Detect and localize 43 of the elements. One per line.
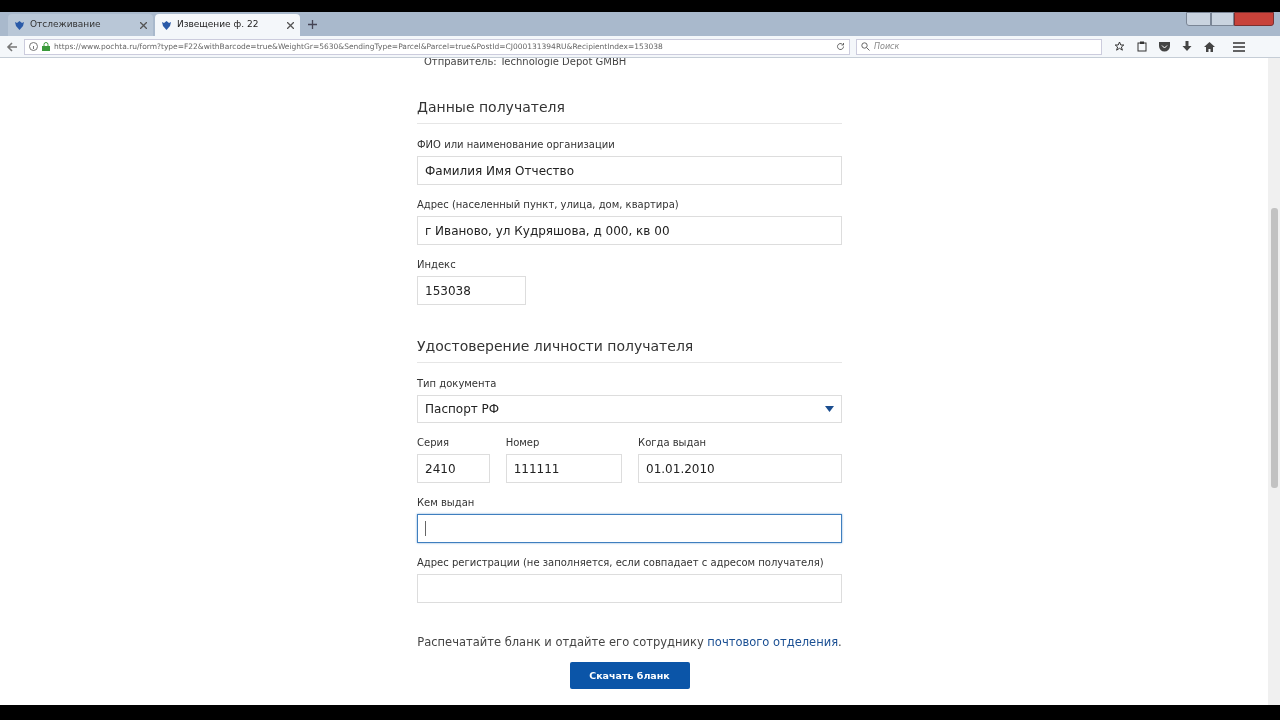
field-label: Кем выдан [417, 497, 476, 509]
eagle-icon [14, 19, 25, 31]
reload-icon[interactable] [836, 42, 845, 51]
document-type-dropdown[interactable]: Паспорт РФ [417, 395, 842, 423]
menu-icon[interactable] [1233, 41, 1245, 52]
lock-icon [42, 42, 50, 51]
field-label: Индекс [417, 259, 457, 271]
close-icon[interactable] [140, 21, 147, 29]
search-icon [861, 42, 870, 51]
field-label: Серия [417, 437, 450, 449]
input-field[interactable]: 01.01.2010 [638, 454, 842, 483]
sender-text: Отправитель: Technologie Depot GMBH [424, 58, 628, 68]
caret-icon [825, 406, 834, 412]
eagle-icon [161, 19, 172, 31]
browser-tab[interactable]: Отслеживание [8, 14, 153, 36]
pocket-icon[interactable] [1159, 41, 1170, 52]
download-button[interactable]: Скачать бланк [569, 662, 690, 690]
input-field[interactable]: 111111 [505, 454, 623, 483]
star-icon[interactable] [1114, 41, 1125, 52]
field-label: Адрес регистрации (не заполняется, если совпадает с адресом получателя) [417, 557, 825, 569]
search-field[interactable]: Поиск [856, 38, 1102, 55]
field-label: ФИО или наименование организации [417, 139, 616, 151]
field-label: Номер [505, 437, 541, 449]
info-icon [29, 42, 38, 51]
browser-tab[interactable]: Извещение ф. 22 [155, 14, 300, 36]
input-field[interactable]: Фамилия Имя Отчество [417, 156, 842, 185]
back-icon[interactable] [6, 40, 18, 53]
download-icon[interactable] [1182, 41, 1192, 52]
input-field[interactable]: 153038 [417, 276, 526, 305]
close-icon[interactable] [287, 21, 294, 29]
section-heading: Данные получателя [417, 98, 566, 116]
clipboard-icon[interactable] [1137, 41, 1147, 52]
new-tab-icon[interactable] [308, 20, 317, 29]
field-label: Тип документа [417, 378, 498, 390]
instruction-text: Распечатайте бланк и отдайте его сотруднику почтового отделения. [417, 634, 842, 651]
input-field[interactable] [417, 514, 842, 543]
input-field[interactable]: 2410 [417, 454, 490, 483]
field-label: Адрес (населенный пункт, улица, дом, квартира) [417, 199, 680, 211]
input-field[interactable]: г Иваново, ул Кудряшова, д 000, кв 00 [417, 216, 842, 245]
field-label: Когда выдан [638, 437, 708, 449]
section-heading: Удостоверение личности получателя [417, 337, 695, 355]
text-cursor [425, 521, 426, 536]
home-icon[interactable] [1204, 41, 1215, 52]
